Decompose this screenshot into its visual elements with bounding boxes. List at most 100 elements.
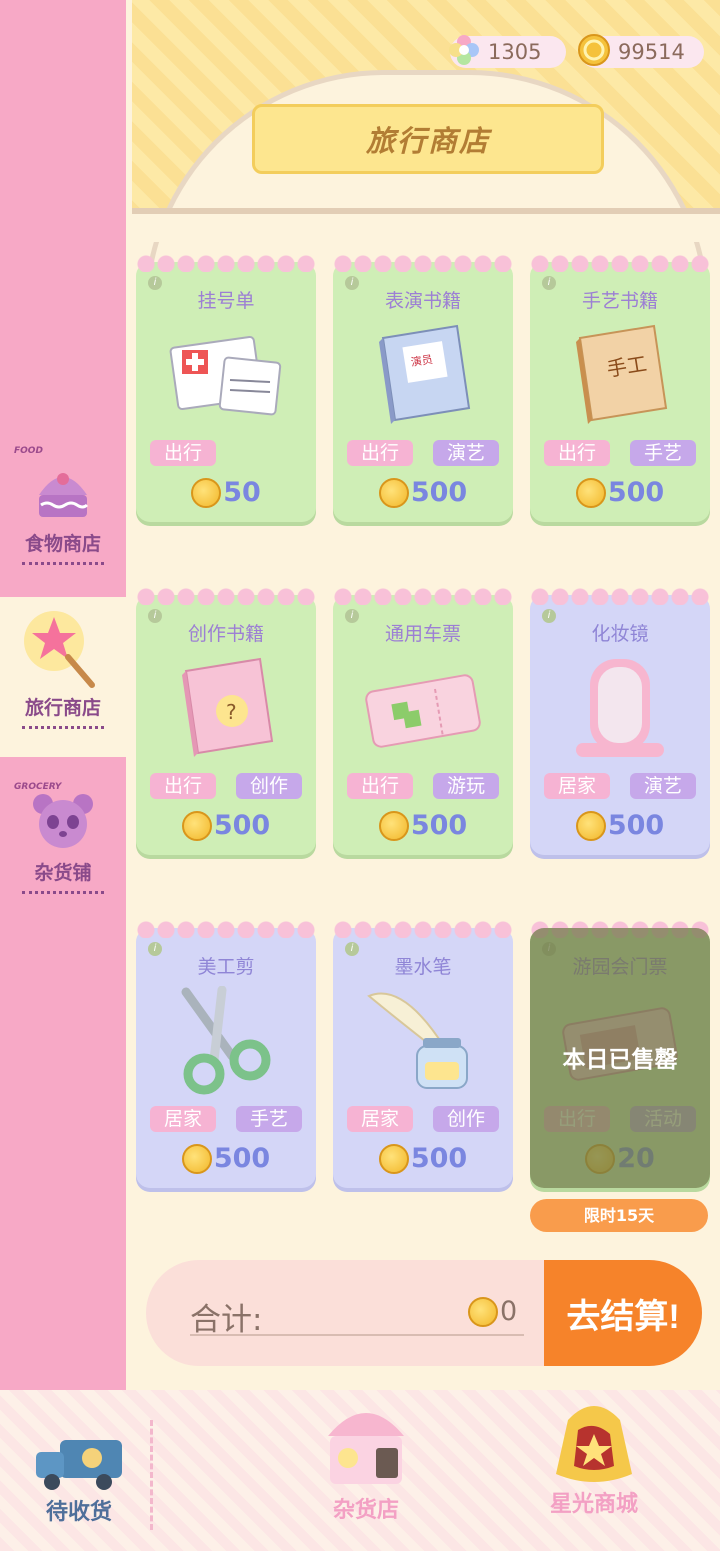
item-tag: 居家 [150, 1106, 216, 1132]
cake-icon [39, 473, 89, 517]
item-card[interactable]: i 美工剪 居家 手艺 500 [136, 920, 316, 1188]
item-tags: 出行 手艺 [544, 440, 696, 466]
svg-text:?: ? [226, 700, 237, 724]
item-tag: 出行 [544, 440, 610, 466]
card-ribbon-trim [136, 920, 316, 938]
coin-icon [578, 34, 610, 66]
item-image: 手工 [560, 320, 680, 430]
panda-icon [33, 794, 93, 848]
checkout-label: 合计: [190, 1302, 263, 1338]
item-card[interactable]: i 墨水笔 居家 创作 500 [333, 920, 513, 1188]
item-price: 500 [136, 1143, 316, 1174]
item-name: 美工剪 [197, 956, 255, 978]
checkout-total: 0 [468, 1296, 517, 1327]
checkout-button[interactable]: 去结算! [544, 1260, 702, 1366]
item-price-value: 500 [410, 477, 468, 508]
item-tags: 居家 演艺 [544, 773, 696, 799]
item-tag: 创作 [433, 1106, 499, 1132]
nav-grocery-store[interactable]: 杂货店 [318, 1396, 414, 1524]
item-price-value: 500 [410, 1143, 468, 1174]
item-tag: 居家 [347, 1106, 413, 1132]
nav-grocery-store-label: 杂货店 [332, 1498, 399, 1523]
card-ribbon-trim [530, 254, 710, 272]
item-price: 500 [333, 810, 513, 841]
item-image [363, 653, 483, 763]
tab-grocery-underline [22, 891, 104, 894]
item-tags: 居家 手艺 [150, 1106, 302, 1132]
star-currency[interactable]: 1305 [449, 35, 566, 68]
item-tag: 游玩 [433, 773, 499, 799]
item-tags: 出行 游玩 [347, 773, 499, 799]
item-name: 手艺书籍 [581, 290, 658, 312]
coin-icon [378, 477, 409, 508]
tab-grocery[interactable]: GROCERY 杂货铺 [0, 760, 126, 900]
item-card[interactable]: i 创作书籍 ? 出行 创作 500 [136, 587, 316, 855]
title-ribbon: 旅行商店 [252, 104, 604, 174]
rainbow-star-icon [449, 35, 479, 65]
item-tag: 手艺 [630, 440, 696, 466]
magic-wand-icon [24, 611, 95, 688]
coin-icon [378, 810, 409, 841]
coin-icon [575, 810, 606, 841]
item-price-value: 500 [607, 810, 665, 841]
tab-food-label: 食物商店 [24, 533, 101, 555]
delivery-truck-icon [36, 1440, 122, 1490]
item-price-value: 500 [410, 810, 468, 841]
checkout-underline [190, 1334, 524, 1336]
star-bag-icon [556, 1406, 632, 1482]
item-card[interactable]: i 化妆镜 居家 演艺 500 [530, 587, 710, 855]
nav-starlight-mall-label: 星光商城 [549, 1492, 638, 1517]
item-price-value: 500 [213, 810, 271, 841]
item-image: ? [166, 653, 286, 763]
page-title: 旅行商店 [365, 124, 490, 158]
item-tag: 出行 [150, 440, 216, 466]
checkout-total-value: 0 [500, 1296, 518, 1327]
card-ribbon-trim [333, 587, 513, 605]
item-tags: 出行 [150, 440, 302, 466]
coin-icon [378, 1143, 409, 1174]
nav-pending-delivery[interactable]: 待收货 [32, 1434, 126, 1526]
item-tag: 演艺 [630, 773, 696, 799]
item-tag: 演艺 [433, 440, 499, 466]
soldout-text: 本日已售罄 [562, 1047, 678, 1073]
item-name: 墨水笔 [394, 956, 452, 978]
coin-icon [191, 477, 222, 508]
card-ribbon-trim [530, 587, 710, 605]
bottom-divider [150, 1420, 153, 1530]
card-ribbon-trim [136, 254, 316, 272]
item-image [363, 986, 483, 1096]
item-name: 化妆镜 [591, 623, 649, 645]
tab-travel-underline [22, 726, 104, 729]
item-price: 500 [530, 477, 710, 508]
item-price: 50 [136, 477, 316, 508]
item-tags: 出行 创作 [150, 773, 302, 799]
item-price: 500 [333, 477, 513, 508]
coin-currency[interactable]: 99514 [578, 34, 704, 68]
coin-currency-value: 99514 [618, 40, 685, 64]
tab-grocery-label: 杂货铺 [34, 862, 92, 884]
bottom-nav: 待收货 杂货店 星光商城 [0, 1390, 720, 1551]
nav-starlight-mall[interactable]: 星光商城 [548, 1400, 640, 1518]
tab-travel-shop[interactable]: 旅行商店 [0, 597, 126, 757]
item-price-value: 500 [607, 477, 665, 508]
item-card[interactable]: i 手艺书籍 手工 出行 手艺 500 [530, 254, 710, 522]
item-card[interactable]: i 游园会门票 出行活动 20 本日已售罄 [530, 920, 710, 1188]
item-price-value: 500 [213, 1143, 271, 1174]
star-currency-value: 1305 [488, 40, 542, 64]
item-name: 通用车票 [384, 623, 461, 645]
item-tag: 创作 [236, 773, 302, 799]
coin-icon [181, 810, 212, 841]
item-card[interactable]: i 通用车票 出行 游玩 500 [333, 587, 513, 855]
nav-pending-delivery-label: 待收货 [45, 1500, 112, 1525]
item-price: 500 [530, 810, 710, 841]
tab-tag-food: FOOD [14, 446, 43, 456]
coin-icon [181, 1143, 212, 1174]
coin-icon [468, 1296, 498, 1327]
item-tag: 出行 [150, 773, 216, 799]
sidebar-fill [0, 900, 126, 1390]
item-card[interactable]: i 表演书籍 演员 出行 演艺 500 [333, 254, 513, 522]
item-card[interactable]: i 挂号单 出行 50 [136, 254, 316, 522]
item-price: 500 [136, 810, 316, 841]
item-tags: 居家 创作 [347, 1106, 499, 1132]
tab-food-shop[interactable]: FOOD 食物商店 [0, 0, 126, 595]
